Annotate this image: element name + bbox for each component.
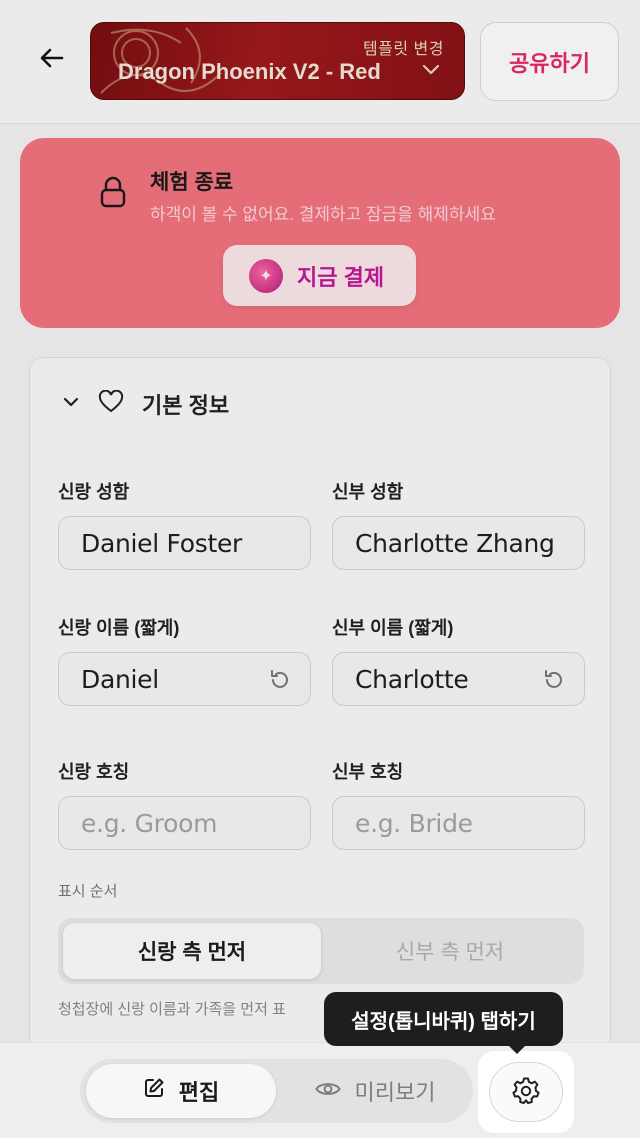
groom-full-name-label: 신랑 성함 bbox=[58, 482, 130, 502]
share-button[interactable]: 공유하기 bbox=[480, 22, 619, 101]
edit-tab[interactable]: 편집 bbox=[86, 1064, 276, 1118]
groom-full-name-input[interactable]: Daniel Foster bbox=[58, 516, 311, 570]
bride-title-input[interactable]: e.g. Bride bbox=[332, 796, 585, 850]
change-template-label: 템플릿 변경 bbox=[362, 41, 444, 58]
gear-icon bbox=[512, 1076, 540, 1109]
bride-title-label: 신부 호칭 bbox=[332, 762, 404, 782]
groom-title-placeholder: e.g. Groom bbox=[81, 808, 218, 838]
groom-title-label: 신랑 호칭 bbox=[58, 762, 130, 782]
tooltip-arrow bbox=[508, 1045, 526, 1054]
arrow-left-icon bbox=[38, 44, 66, 77]
reset-icon[interactable] bbox=[542, 668, 566, 698]
bride-full-name-input[interactable]: Charlotte Zhang bbox=[332, 516, 585, 570]
bride-short-name-value: Charlotte bbox=[355, 664, 469, 694]
groom-short-name-label: 신랑 이름 (짧게) bbox=[58, 618, 180, 638]
bride-first-option[interactable]: 신부 측 먼저 bbox=[321, 923, 579, 979]
bride-full-name-value: Charlotte Zhang bbox=[355, 528, 555, 558]
reset-icon[interactable] bbox=[268, 668, 292, 698]
bride-short-name-input[interactable]: Charlotte bbox=[332, 652, 585, 706]
pay-now-label: 지금 결제 bbox=[297, 264, 385, 290]
bottom-bar: 편집 미리보기 bbox=[0, 1042, 640, 1138]
chevron-down-icon bbox=[422, 63, 440, 81]
settings-button[interactable] bbox=[478, 1051, 574, 1133]
lock-icon bbox=[100, 176, 126, 213]
pay-now-button[interactable]: ✦ 지금 결제 bbox=[223, 245, 416, 306]
top-header: 템플릿 변경 Dragon Phoenix V2 - Red 공유하기 bbox=[0, 0, 640, 124]
trial-message: 하객이 볼 수 없어요. 결제하고 잠금을 해제하세요 bbox=[150, 205, 496, 224]
basic-info-section: 기본 정보 신랑 성함 신부 성함 Daniel Foster Charlott… bbox=[29, 357, 611, 1057]
eye-icon bbox=[314, 1078, 341, 1104]
groom-short-name-value: Daniel bbox=[81, 664, 159, 694]
mode-toggle: 편집 미리보기 bbox=[80, 1059, 473, 1123]
edit-label: 편집 bbox=[178, 1080, 220, 1105]
section-title: 기본 정보 bbox=[142, 393, 230, 418]
sparkle-icon: ✦ bbox=[249, 258, 283, 293]
heart-icon bbox=[98, 389, 124, 419]
display-order-hint: 청첩장에 신랑 이름과 가족을 먼저 표 bbox=[58, 1001, 286, 1018]
groom-title-input[interactable]: e.g. Groom bbox=[58, 796, 311, 850]
groom-short-name-input[interactable]: Daniel bbox=[58, 652, 311, 706]
bride-full-name-label: 신부 성함 bbox=[332, 482, 404, 502]
trial-title: 체험 종료 bbox=[150, 171, 234, 194]
preview-label: 미리보기 bbox=[354, 1080, 436, 1105]
bride-title-placeholder: e.g. Bride bbox=[355, 808, 473, 838]
settings-tooltip: 설정(톱니바퀴) 탭하기 bbox=[324, 992, 563, 1046]
bride-short-name-label: 신부 이름 (짧게) bbox=[332, 618, 454, 638]
trial-ended-banner: 체험 종료 하객이 볼 수 없어요. 결제하고 잠금을 해제하세요 ✦ 지금 결… bbox=[20, 138, 620, 328]
groom-first-option[interactable]: 신랑 측 먼저 bbox=[63, 923, 321, 979]
display-order-toggle: 신랑 측 먼저 신부 측 먼저 bbox=[58, 918, 584, 984]
back-button[interactable] bbox=[32, 40, 72, 80]
section-header[interactable]: 기본 정보 bbox=[62, 388, 229, 420]
template-name: Dragon Phoenix V2 - Red bbox=[118, 59, 381, 84]
groom-full-name-value: Daniel Foster bbox=[81, 528, 243, 558]
pencil-icon bbox=[143, 1077, 165, 1105]
template-selector[interactable]: 템플릿 변경 Dragon Phoenix V2 - Red bbox=[90, 22, 465, 100]
display-order-label: 표시 순서 bbox=[58, 883, 118, 900]
preview-tab[interactable]: 미리보기 bbox=[290, 1064, 460, 1118]
chevron-down-icon bbox=[62, 395, 80, 413]
